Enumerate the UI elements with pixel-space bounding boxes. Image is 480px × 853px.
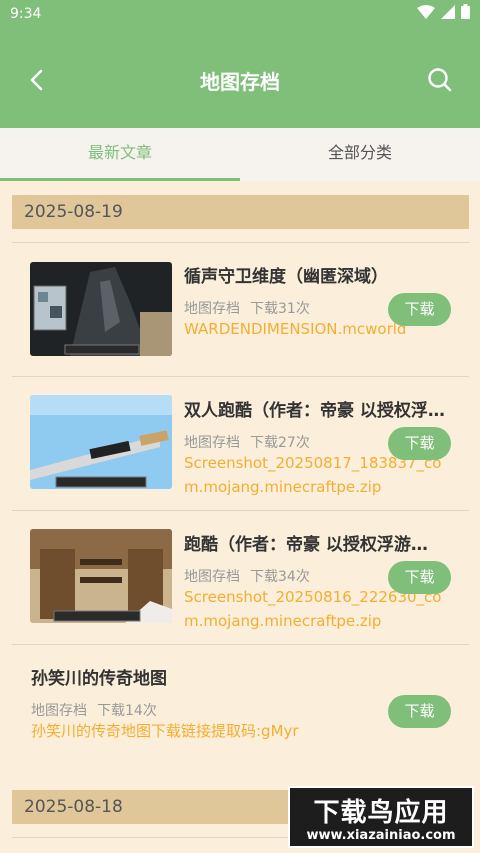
wifi-icon xyxy=(417,4,435,19)
article-thumbnail xyxy=(30,262,172,356)
article-item[interactable]: 双人跑酷（作者：帝豪 以授权浮游… 地图存档 下载27次 Screenshot_2… xyxy=(0,376,480,510)
tab-all-categories[interactable]: 全部分类 xyxy=(240,128,480,181)
article-item[interactable]: 孙笑川的传奇地图 地图存档 下载14次 孙笑川的传奇地图下载链接提取码:gMyr … xyxy=(0,644,480,764)
download-button[interactable]: 下载 xyxy=(388,561,451,594)
search-icon xyxy=(428,68,452,92)
article-category: 地图存档 xyxy=(31,703,87,719)
tab-bar: 最新文章 全部分类 xyxy=(0,128,480,181)
search-button[interactable] xyxy=(426,66,454,94)
download-button[interactable]: 下载 xyxy=(388,293,451,326)
article-category: 地图存档 xyxy=(184,301,240,317)
article-file-name[interactable]: 孙笑川的传奇地图下载链接提取码:gMyr xyxy=(31,719,371,743)
signal-icon xyxy=(441,4,455,19)
article-item[interactable]: 跑酷（作者：帝豪 以授权浮游… 地图存档 下载34次 Screenshot_202… xyxy=(0,510,480,644)
article-downloads: 下载27次 xyxy=(250,435,310,451)
tab-indicator xyxy=(0,178,240,181)
site-watermark-logo: 下载鸟应用 www.xiazainiao.com xyxy=(288,786,474,848)
article-category: 地图存档 xyxy=(184,569,240,585)
article-thumbnail xyxy=(30,529,172,623)
article-title: 双人跑酷（作者：帝豪 以授权浮游… xyxy=(184,401,454,421)
status-icons xyxy=(417,4,470,19)
download-button[interactable]: 下载 xyxy=(388,427,451,460)
date-header: 2025-08-19 xyxy=(12,195,469,229)
page-title: 地图存档 xyxy=(200,70,280,94)
app-header: 9:34 地图存档 xyxy=(0,0,480,128)
article-meta: 地图存档 下载27次 xyxy=(184,432,310,452)
article-title: 孙笑川的传奇地图 xyxy=(31,669,167,689)
article-meta: 地图存档 下载34次 xyxy=(184,566,310,586)
tab-latest-articles[interactable]: 最新文章 xyxy=(0,128,240,181)
article-downloads: 下载31次 xyxy=(250,301,310,317)
watermark-main: 下载鸟应用 xyxy=(313,798,449,828)
article-downloads: 下载34次 xyxy=(250,569,310,585)
article-meta: 地图存档 下载14次 xyxy=(31,700,157,720)
article-category: 地图存档 xyxy=(184,435,240,451)
status-time: 9:34 xyxy=(10,6,42,22)
article-title: 跑酷（作者：帝豪 以授权浮游… xyxy=(184,535,428,555)
article-downloads: 下载14次 xyxy=(97,703,157,719)
watermark-url: www.xiazainiao.com xyxy=(306,828,456,843)
article-item[interactable]: 循声守卫维度（幽匿深域） 地图存档 下载31次 WARDENDIMENSION.m… xyxy=(0,242,480,376)
battery-icon xyxy=(461,4,470,19)
article-title: 循声守卫维度（幽匿深域） xyxy=(184,267,388,287)
download-button[interactable]: 下载 xyxy=(388,695,451,728)
article-thumbnail xyxy=(30,395,172,489)
article-meta: 地图存档 下载31次 xyxy=(184,298,310,318)
